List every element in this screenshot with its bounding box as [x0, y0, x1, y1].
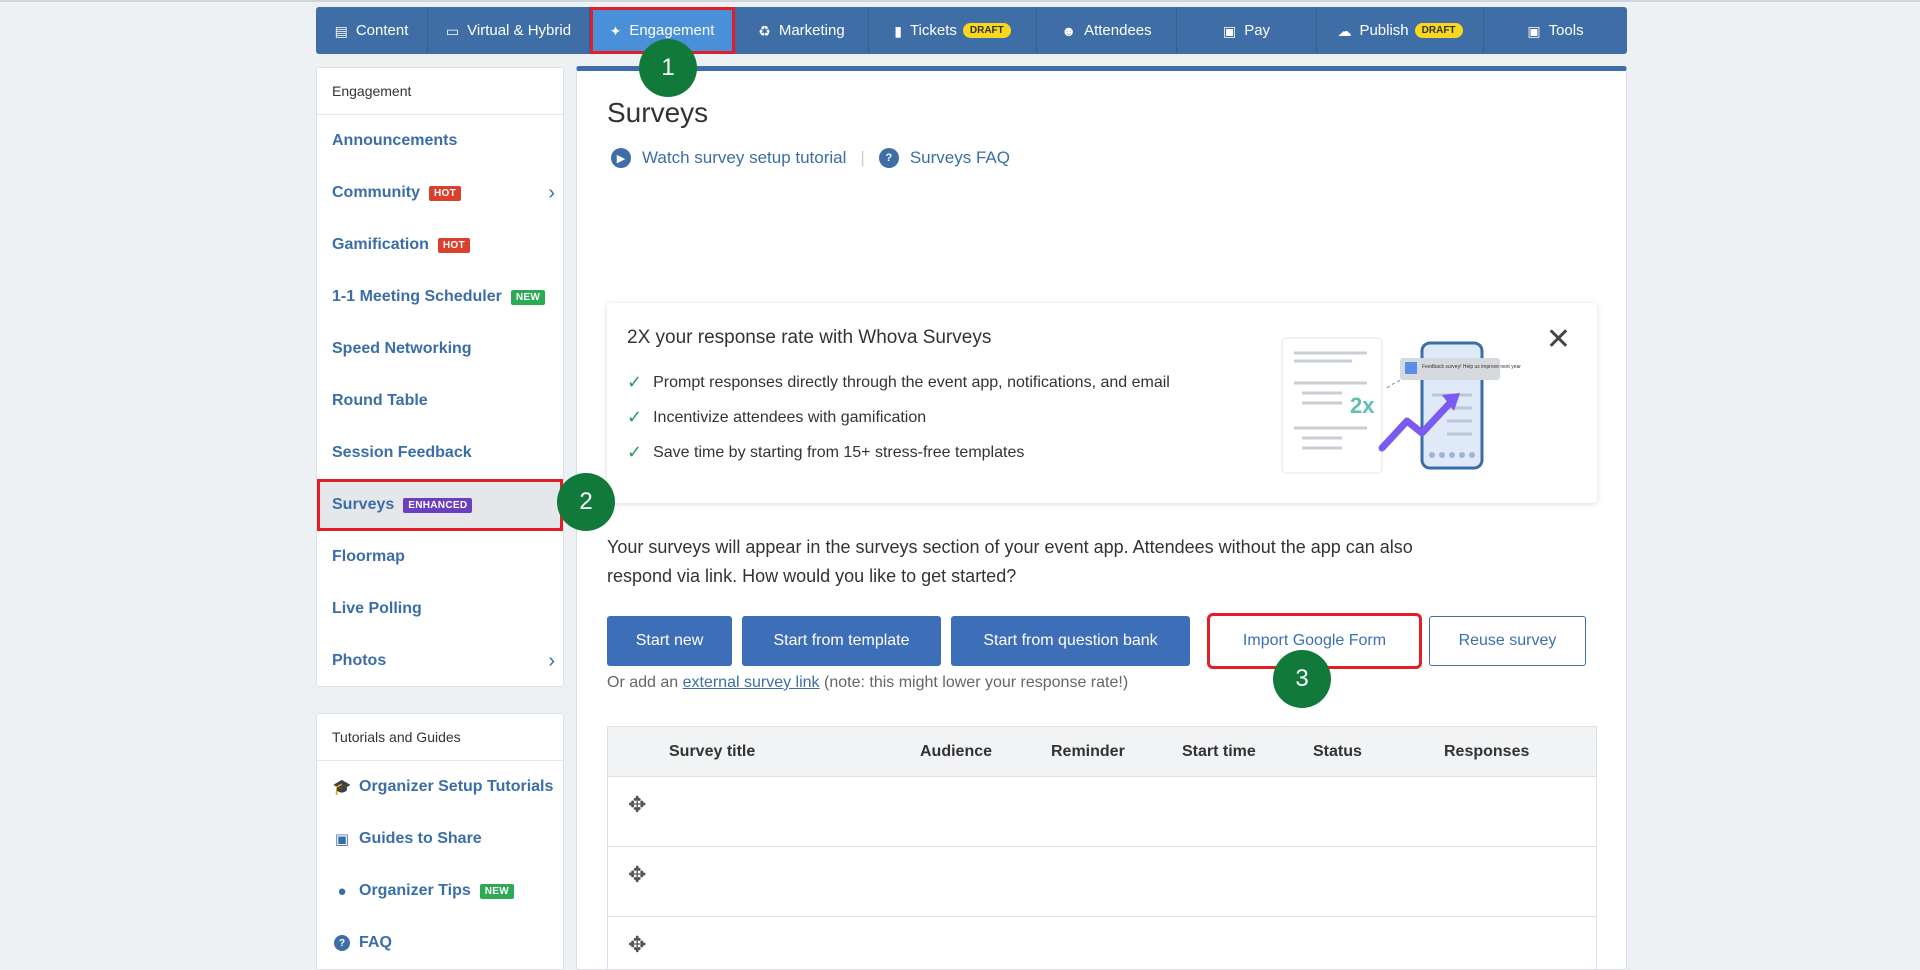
new-badge: NEW: [510, 289, 546, 305]
table-row: ✥: [608, 847, 1596, 917]
step-callout-3: 3: [1273, 650, 1331, 708]
column-responses[interactable]: Responses: [1444, 743, 1564, 761]
new-badge: NEW: [479, 883, 514, 899]
svg-text:2x: 2x: [1350, 393, 1375, 418]
nav-virtual-hybrid[interactable]: ▭ Virtual & Hybrid: [428, 7, 590, 54]
start-new-button[interactable]: Start new: [607, 616, 732, 666]
tutorial-link[interactable]: ▶ Watch survey setup tutorial: [611, 148, 846, 168]
guide-item-setup-tutorials[interactable]: 🎓 Organizer Setup Tutorials: [317, 761, 563, 813]
engagement-sidebar: Engagement Announcements Community HOT › G…: [316, 67, 564, 687]
svg-text:Feedback survey! Help us impro: Feedback survey! Help us improve next ye…: [1422, 364, 1521, 370]
start-from-template-button[interactable]: Start from template: [742, 616, 941, 666]
sidebar-item-gamification[interactable]: Gamification HOT: [317, 219, 563, 271]
link-separator: |: [860, 148, 865, 167]
table-row: ✥: [608, 917, 1596, 969]
sidebar-item-live-polling[interactable]: Live Polling: [317, 583, 563, 635]
sidebar-item-photos[interactable]: Photos ›: [317, 635, 563, 687]
column-start-time[interactable]: Start time: [1182, 743, 1313, 761]
list-icon: ▤: [334, 22, 348, 39]
reuse-survey-button[interactable]: Reuse survey: [1429, 616, 1586, 666]
step-callout-1: 1: [639, 39, 697, 97]
help-links: ▶ Watch survey setup tutorial | ? Surveys …: [611, 148, 1010, 168]
hot-badge: HOT: [429, 185, 462, 201]
sidebar-item-round-table[interactable]: Round Table: [317, 375, 563, 427]
check-icon: ✓: [627, 407, 643, 427]
nav-pay[interactable]: ▣ Pay: [1177, 7, 1317, 54]
table-header: Survey title Audience Reminder Start tim…: [608, 727, 1596, 777]
start-options: Start new Start from template Start from…: [607, 613, 1596, 669]
play-icon: ▶: [611, 148, 631, 168]
nav-tickets[interactable]: ▮ Tickets DRAFT: [869, 7, 1037, 54]
laptop-icon: ▭: [445, 22, 460, 39]
intro-text: Your surveys will appear in the surveys …: [607, 537, 1413, 586]
nav-attendees[interactable]: ☻ Attendees: [1037, 7, 1177, 54]
hot-badge: HOT: [437, 237, 470, 253]
drag-handle-icon[interactable]: ✥: [628, 792, 646, 818]
sidebar-item-speed-networking[interactable]: Speed Networking: [317, 323, 563, 375]
column-audience[interactable]: Audience: [920, 743, 1051, 761]
network-icon: ✦: [609, 22, 622, 39]
megaphone-icon: ♻: [758, 22, 771, 39]
top-border: [0, 0, 1920, 2]
column-status[interactable]: Status: [1313, 743, 1444, 761]
question-circle-icon: ?: [332, 935, 352, 951]
column-reminder[interactable]: Reminder: [1051, 743, 1182, 761]
sidebar-item-announcements[interactable]: Announcements: [317, 115, 563, 167]
promo-list: ✓ Prompt responses directly through the e…: [627, 365, 1170, 470]
drag-handle-icon[interactable]: ✥: [628, 932, 646, 958]
guide-item-guides-to-share[interactable]: ▣ Guides to Share: [317, 813, 563, 865]
guide-item-faq[interactable]: ? FAQ: [317, 917, 563, 969]
start-from-question-bank-button[interactable]: Start from question bank: [951, 616, 1190, 666]
promo-item: ✓ Incentivize attendees with gamification: [627, 407, 927, 427]
sidebar-header: Engagement: [317, 68, 563, 115]
close-icon[interactable]: ✕: [1546, 325, 1571, 355]
people-icon: ☻: [1061, 22, 1077, 39]
external-survey-link[interactable]: external survey link: [683, 674, 820, 691]
nav-content[interactable]: ▤ Content: [316, 7, 428, 54]
lightbulb-icon: ●: [337, 882, 347, 900]
surveys-table: Survey title Audience Reminder Start tim…: [607, 726, 1597, 969]
check-icon: ✓: [627, 442, 643, 462]
draft-badge: DRAFT: [1414, 23, 1463, 38]
nav-tools[interactable]: ▣ Tools: [1484, 7, 1627, 54]
guide-item-organizer-tips[interactable]: ● Organizer Tips NEW: [317, 865, 563, 917]
draft-badge: DRAFT: [962, 23, 1011, 38]
sidebar-item-floormap[interactable]: Floormap: [317, 531, 563, 583]
sidebar-item-meeting-scheduler[interactable]: 1-1 Meeting Scheduler NEW: [317, 271, 563, 323]
page-title: Surveys: [607, 97, 709, 128]
chevron-right-icon: ›: [548, 649, 555, 672]
faq-link[interactable]: ? Surveys FAQ: [878, 148, 1010, 168]
sidebar-item-surveys[interactable]: Surveys ENHANCED: [317, 479, 563, 531]
sidebar-item-community[interactable]: Community HOT ›: [317, 167, 563, 219]
promo-item: ✓ Save time by starting from 15+ stress-f…: [627, 442, 1025, 462]
presentation-icon: ▣: [334, 831, 350, 848]
surveys-main-panel: Surveys ▶ Watch survey setup tutorial | ?…: [576, 66, 1627, 970]
nav-marketing[interactable]: ♻ Marketing: [735, 7, 869, 54]
external-link-note: Or add an external survey link (note: th…: [607, 674, 1129, 691]
cloud-upload-icon: ☁: [1337, 22, 1352, 39]
drag-handle-icon[interactable]: ✥: [628, 862, 646, 888]
chevron-right-icon: ›: [548, 181, 555, 204]
question-circle-icon: ?: [878, 148, 899, 168]
top-nav: ▤ Content ▭ Virtual & Hybrid ✦ Engagement ♻…: [316, 7, 1627, 54]
promo-illustration: 2x Feedback survey! Help us improve next…: [1272, 333, 1522, 483]
tutorials-header: Tutorials and Guides: [317, 714, 563, 761]
sidebar-item-session-feedback[interactable]: Session Feedback: [317, 427, 563, 479]
tutorials-panel: Tutorials and Guides 🎓 Organizer Setup Tu…: [316, 713, 564, 970]
column-survey-title[interactable]: Survey title: [669, 743, 920, 761]
promo-item: ✓ Prompt responses directly through the e…: [627, 372, 1170, 392]
ticket-icon: ▮: [894, 22, 902, 39]
table-row: ✥: [608, 777, 1596, 847]
promo-title: 2X your response rate with Whova Surveys: [627, 327, 992, 348]
toolbox-icon: ▣: [1527, 22, 1541, 39]
check-icon: ✓: [627, 372, 643, 392]
step-callout-2: 2: [557, 473, 615, 531]
graduation-cap-icon: 🎓: [332, 779, 352, 796]
enhanced-badge: ENHANCED: [403, 497, 473, 513]
promo-card: 2X your response rate with Whova Surveys…: [607, 303, 1597, 503]
card-icon: ▣: [1222, 22, 1237, 39]
nav-publish[interactable]: ☁ Publish DRAFT: [1317, 7, 1484, 54]
